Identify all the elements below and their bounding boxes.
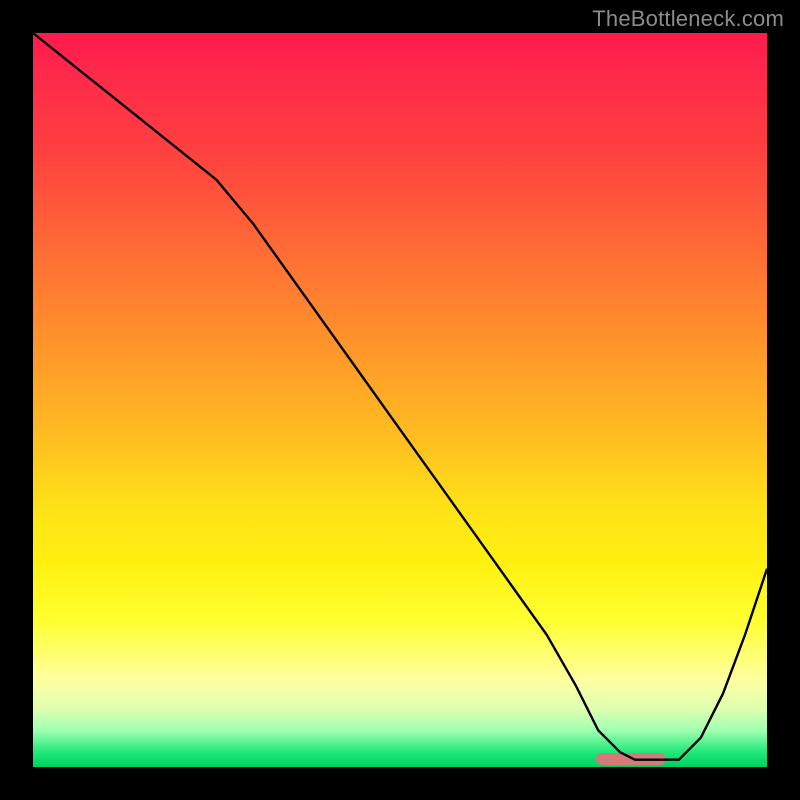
plot-area bbox=[33, 33, 767, 767]
chart-frame: TheBottleneck.com bbox=[0, 0, 800, 800]
gradient-background bbox=[33, 33, 767, 767]
optimal-range-marker bbox=[596, 753, 666, 765]
watermark-text: TheBottleneck.com bbox=[592, 6, 784, 32]
